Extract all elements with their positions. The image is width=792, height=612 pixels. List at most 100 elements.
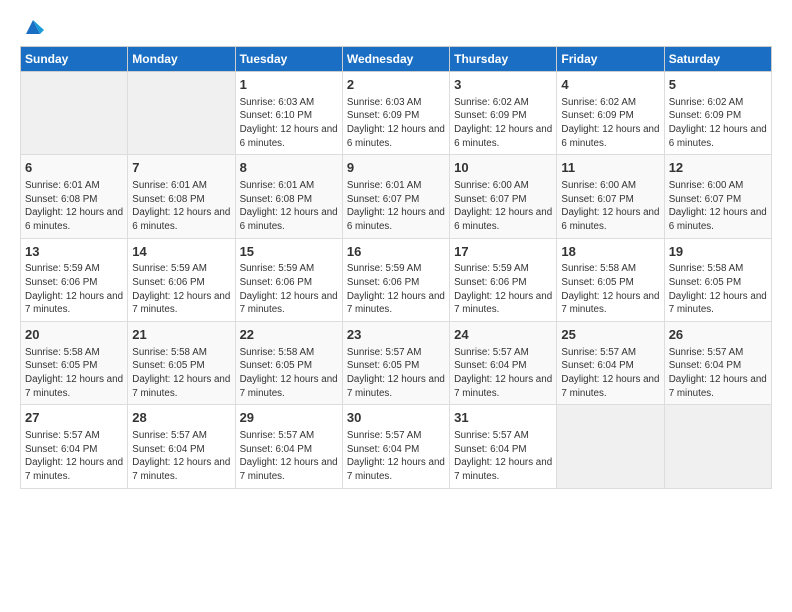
day-info: Sunrise: 5:59 AM Sunset: 6:06 PM Dayligh… [454, 262, 552, 317]
week-row-1: 1 Sunrise: 6:03 AM Sunset: 6:10 PM Daylig… [21, 72, 772, 155]
calendar-cell [128, 72, 235, 155]
day-number: 8 [240, 159, 338, 177]
calendar-cell: 12 Sunrise: 6:00 AM Sunset: 6:07 PM Dayli… [664, 155, 771, 238]
day-info: Sunrise: 6:02 AM Sunset: 6:09 PM Dayligh… [561, 96, 659, 151]
calendar-cell: 3 Sunrise: 6:02 AM Sunset: 6:09 PM Daylig… [450, 72, 557, 155]
week-row-4: 20 Sunrise: 5:58 AM Sunset: 6:05 PM Dayli… [21, 322, 772, 405]
calendar-cell: 10 Sunrise: 6:00 AM Sunset: 6:07 PM Dayli… [450, 155, 557, 238]
weekday-header-row: SundayMondayTuesdayWednesdayThursdayFrid… [21, 47, 772, 72]
day-info: Sunrise: 5:57 AM Sunset: 6:04 PM Dayligh… [669, 346, 767, 401]
calendar-cell: 22Sunrise: 5:58 AM Sunset: 6:05 PM Dayli… [235, 322, 342, 405]
day-info: Sunrise: 6:01 AM Sunset: 6:08 PM Dayligh… [25, 179, 123, 234]
day-info: Sunrise: 5:57 AM Sunset: 6:04 PM Dayligh… [454, 429, 552, 484]
day-number: 12 [669, 159, 767, 177]
day-info: Sunrise: 5:57 AM Sunset: 6:04 PM Dayligh… [454, 346, 552, 401]
calendar-cell: 2 Sunrise: 6:03 AM Sunset: 6:09 PM Daylig… [342, 72, 449, 155]
day-number: 4 [561, 76, 659, 94]
calendar-cell: 30Sunrise: 5:57 AM Sunset: 6:04 PM Dayli… [342, 405, 449, 488]
calendar-cell: 6 Sunrise: 6:01 AM Sunset: 6:08 PM Daylig… [21, 155, 128, 238]
day-number: 7 [132, 159, 230, 177]
day-number: 24 [454, 326, 552, 344]
calendar-cell: 17Sunrise: 5:59 AM Sunset: 6:06 PM Dayli… [450, 238, 557, 321]
weekday-header-tuesday: Tuesday [235, 47, 342, 72]
day-info: Sunrise: 5:59 AM Sunset: 6:06 PM Dayligh… [240, 262, 338, 317]
calendar-cell: 15Sunrise: 5:59 AM Sunset: 6:06 PM Dayli… [235, 238, 342, 321]
calendar-cell: 25Sunrise: 5:57 AM Sunset: 6:04 PM Dayli… [557, 322, 664, 405]
day-info: Sunrise: 6:00 AM Sunset: 6:07 PM Dayligh… [561, 179, 659, 234]
calendar-cell: 7 Sunrise: 6:01 AM Sunset: 6:08 PM Daylig… [128, 155, 235, 238]
day-number: 15 [240, 243, 338, 261]
calendar-cell: 5 Sunrise: 6:02 AM Sunset: 6:09 PM Daylig… [664, 72, 771, 155]
day-number: 27 [25, 409, 123, 427]
day-number: 28 [132, 409, 230, 427]
page: SundayMondayTuesdayWednesdayThursdayFrid… [0, 0, 792, 499]
calendar-cell: 19Sunrise: 5:58 AM Sunset: 6:05 PM Dayli… [664, 238, 771, 321]
calendar-cell: 16Sunrise: 5:59 AM Sunset: 6:06 PM Dayli… [342, 238, 449, 321]
day-info: Sunrise: 6:03 AM Sunset: 6:10 PM Dayligh… [240, 96, 338, 151]
calendar-cell: 29 Sunrise: 5:57 AM Sunset: 6:04 PM Dayli… [235, 405, 342, 488]
day-info: Sunrise: 5:57 AM Sunset: 6:05 PM Dayligh… [347, 346, 445, 401]
day-number: 16 [347, 243, 445, 261]
day-number: 3 [454, 76, 552, 94]
day-number: 5 [669, 76, 767, 94]
day-number: 26 [669, 326, 767, 344]
day-number: 6 [25, 159, 123, 177]
calendar-cell: 24 Sunrise: 5:57 AM Sunset: 6:04 PM Dayli… [450, 322, 557, 405]
calendar-cell: 31 Sunrise: 5:57 AM Sunset: 6:04 PM Dayli… [450, 405, 557, 488]
day-number: 19 [669, 243, 767, 261]
day-number: 1 [240, 76, 338, 94]
day-number: 14 [132, 243, 230, 261]
header [20, 18, 772, 34]
day-info: Sunrise: 5:57 AM Sunset: 6:04 PM Dayligh… [240, 429, 338, 484]
calendar-cell: 4 Sunrise: 6:02 AM Sunset: 6:09 PM Daylig… [557, 72, 664, 155]
calendar-cell [664, 405, 771, 488]
day-number: 23 [347, 326, 445, 344]
day-info: Sunrise: 6:02 AM Sunset: 6:09 PM Dayligh… [669, 96, 767, 151]
day-info: Sunrise: 5:57 AM Sunset: 6:04 PM Dayligh… [561, 346, 659, 401]
calendar-cell [557, 405, 664, 488]
weekday-header-sunday: Sunday [21, 47, 128, 72]
day-number: 9 [347, 159, 445, 177]
logo-icon [22, 16, 44, 38]
day-number: 31 [454, 409, 552, 427]
day-number: 2 [347, 76, 445, 94]
calendar-cell: 11 Sunrise: 6:00 AM Sunset: 6:07 PM Dayli… [557, 155, 664, 238]
day-info: Sunrise: 6:03 AM Sunset: 6:09 PM Dayligh… [347, 96, 445, 151]
weekday-header-monday: Monday [128, 47, 235, 72]
day-info: Sunrise: 5:58 AM Sunset: 6:05 PM Dayligh… [561, 262, 659, 317]
day-info: Sunrise: 6:02 AM Sunset: 6:09 PM Dayligh… [454, 96, 552, 151]
day-info: Sunrise: 6:00 AM Sunset: 6:07 PM Dayligh… [454, 179, 552, 234]
week-row-5: 27 Sunrise: 5:57 AM Sunset: 6:04 PM Dayli… [21, 405, 772, 488]
calendar-cell: 28 Sunrise: 5:57 AM Sunset: 6:04 PM Dayli… [128, 405, 235, 488]
day-number: 20 [25, 326, 123, 344]
day-info: Sunrise: 5:59 AM Sunset: 6:06 PM Dayligh… [132, 262, 230, 317]
week-row-3: 13Sunrise: 5:59 AM Sunset: 6:06 PM Dayli… [21, 238, 772, 321]
calendar: SundayMondayTuesdayWednesdayThursdayFrid… [20, 46, 772, 489]
day-info: Sunrise: 5:58 AM Sunset: 6:05 PM Dayligh… [25, 346, 123, 401]
day-number: 18 [561, 243, 659, 261]
calendar-cell: 23 Sunrise: 5:57 AM Sunset: 6:05 PM Dayli… [342, 322, 449, 405]
day-number: 30 [347, 409, 445, 427]
day-info: Sunrise: 5:59 AM Sunset: 6:06 PM Dayligh… [25, 262, 123, 317]
weekday-header-friday: Friday [557, 47, 664, 72]
day-number: 13 [25, 243, 123, 261]
day-info: Sunrise: 6:01 AM Sunset: 6:07 PM Dayligh… [347, 179, 445, 234]
day-info: Sunrise: 6:00 AM Sunset: 6:07 PM Dayligh… [669, 179, 767, 234]
calendar-cell [21, 72, 128, 155]
day-number: 29 [240, 409, 338, 427]
weekday-header-thursday: Thursday [450, 47, 557, 72]
weekday-header-wednesday: Wednesday [342, 47, 449, 72]
day-number: 11 [561, 159, 659, 177]
day-number: 17 [454, 243, 552, 261]
day-number: 21 [132, 326, 230, 344]
day-info: Sunrise: 6:01 AM Sunset: 6:08 PM Dayligh… [132, 179, 230, 234]
day-number: 10 [454, 159, 552, 177]
calendar-cell: 21Sunrise: 5:58 AM Sunset: 6:05 PM Dayli… [128, 322, 235, 405]
day-info: Sunrise: 5:57 AM Sunset: 6:04 PM Dayligh… [132, 429, 230, 484]
day-number: 22 [240, 326, 338, 344]
week-row-2: 6 Sunrise: 6:01 AM Sunset: 6:08 PM Daylig… [21, 155, 772, 238]
calendar-cell: 9 Sunrise: 6:01 AM Sunset: 6:07 PM Daylig… [342, 155, 449, 238]
logo [20, 18, 44, 34]
weekday-header-saturday: Saturday [664, 47, 771, 72]
day-info: Sunrise: 5:58 AM Sunset: 6:05 PM Dayligh… [669, 262, 767, 317]
